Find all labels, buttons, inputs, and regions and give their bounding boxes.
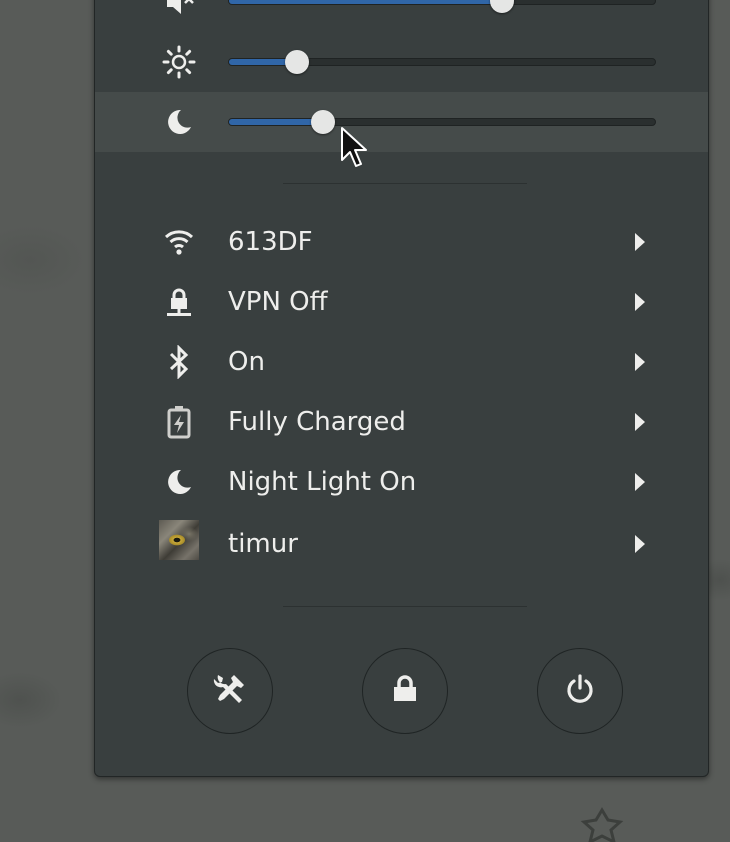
wifi-icon (159, 226, 199, 258)
night-light-slider-fill (229, 119, 323, 125)
night-light-menu-item[interactable]: Night Light On (95, 452, 708, 512)
user-avatar-image (159, 520, 199, 560)
volume-slider-row (95, 0, 708, 31)
brightness-icon (159, 45, 199, 79)
brightness-slider-knob[interactable] (285, 50, 310, 74)
power-button[interactable] (537, 648, 623, 734)
wifi-label: 613DF (228, 227, 313, 257)
battery-label: Fully Charged (228, 407, 406, 437)
mouse-cursor-icon (341, 127, 367, 167)
avatar (159, 520, 199, 560)
user-menu-item[interactable]: timur (95, 514, 708, 574)
vpn-label: VPN Off (228, 287, 328, 317)
settings-button[interactable] (187, 648, 273, 734)
wallpaper-star-icon (580, 807, 624, 842)
moon-icon (159, 466, 199, 498)
night-light-label: Night Light On (228, 467, 417, 497)
chevron-right-icon (635, 233, 645, 251)
system-menu-panel: 613DF VPN Off On Fully Charged Night Lig… (94, 0, 709, 777)
power-icon (564, 673, 596, 709)
speaker-muted-icon (159, 0, 199, 15)
volume-slider[interactable] (228, 0, 656, 13)
vpn-icon (159, 286, 199, 318)
chevron-right-icon (635, 473, 645, 491)
separator (283, 606, 527, 607)
chevron-right-icon (635, 535, 645, 553)
lock-button[interactable] (362, 648, 448, 734)
night-light-slider-row (95, 92, 708, 152)
bluetooth-label: On (228, 347, 265, 377)
bluetooth-icon (159, 345, 199, 379)
volume-slider-fill (229, 0, 502, 4)
moon-icon (159, 108, 199, 136)
night-light-slider-knob[interactable] (310, 110, 335, 134)
settings-icon (212, 671, 248, 711)
user-label: timur (228, 529, 298, 559)
wifi-menu-item[interactable]: 613DF (95, 212, 708, 272)
volume-slider-knob[interactable] (489, 0, 514, 13)
battery-menu-item[interactable]: Fully Charged (95, 392, 708, 452)
lock-icon (391, 674, 419, 708)
chevron-right-icon (635, 293, 645, 311)
separator (283, 183, 527, 184)
battery-icon (159, 406, 199, 439)
chevron-right-icon (635, 353, 645, 371)
bluetooth-menu-item[interactable]: On (95, 332, 708, 392)
chevron-right-icon (635, 413, 645, 431)
vpn-menu-item[interactable]: VPN Off (95, 272, 708, 332)
night-light-slider[interactable] (228, 110, 656, 134)
brightness-slider-row (95, 32, 708, 92)
brightness-slider[interactable] (228, 50, 656, 74)
